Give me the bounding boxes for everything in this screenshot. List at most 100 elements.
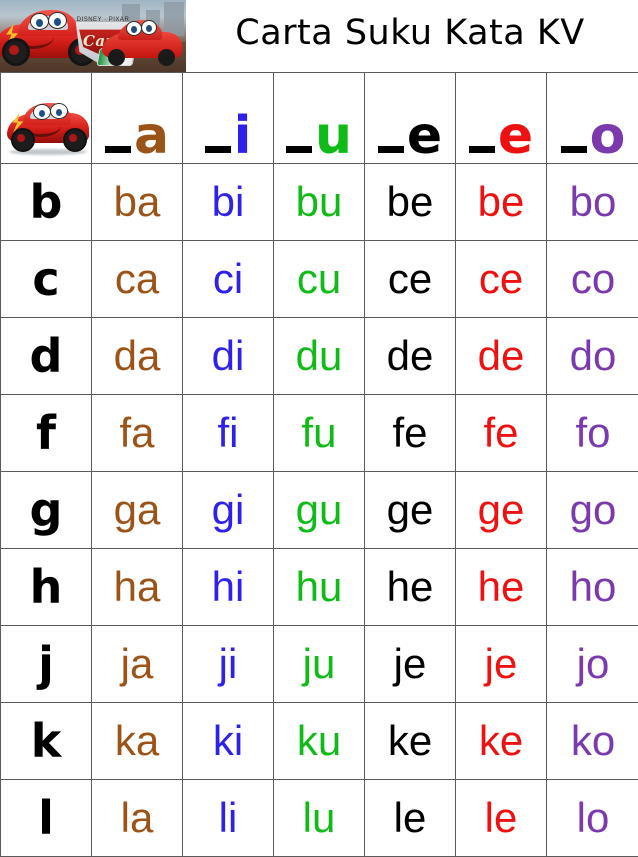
syllable-cell[interactable]: ku xyxy=(274,703,365,780)
consonant-cell[interactable]: f xyxy=(1,395,92,472)
syllable-text: la xyxy=(121,794,154,841)
syllable-cell[interactable]: de xyxy=(365,318,456,395)
vowel-letter: e xyxy=(498,116,533,157)
syllable-text: je xyxy=(394,640,427,687)
syllable-cell[interactable]: ce xyxy=(456,241,547,318)
syllable-cell[interactable]: be xyxy=(365,164,456,241)
consonant-cell[interactable]: c xyxy=(1,241,92,318)
syllable-cell[interactable]: le xyxy=(365,780,456,857)
cars-banner-image: DISNEY · PIXAR Cars xyxy=(0,0,186,72)
syllable-text: jo xyxy=(577,640,610,687)
syllable-cell[interactable]: fe xyxy=(456,395,547,472)
syllable-cell[interactable]: fi xyxy=(183,395,274,472)
consonant-cell[interactable]: k xyxy=(1,703,92,780)
table-row: ddadidudededo xyxy=(1,318,638,395)
syllable-cell[interactable]: ko xyxy=(547,703,638,780)
syllable-cell[interactable]: ho xyxy=(547,549,638,626)
lightning-mcqueen-car-icon xyxy=(5,83,91,155)
consonant-cell[interactable]: j xyxy=(1,626,92,703)
table-row: llalilulelelo xyxy=(1,780,638,857)
syllable-cell[interactable]: ke xyxy=(365,703,456,780)
syllable-cell[interactable]: ka xyxy=(92,703,183,780)
vowel-header-cell-1[interactable]: i xyxy=(183,73,274,164)
syllable-text: do xyxy=(570,332,617,379)
syllable-cell[interactable]: da xyxy=(92,318,183,395)
syllable-text: fo xyxy=(575,409,610,456)
vowel-header-cell-4[interactable]: e xyxy=(456,73,547,164)
syllable-text: ce xyxy=(479,255,523,302)
syllable-cell[interactable]: jo xyxy=(547,626,638,703)
syllable-cell[interactable]: ci xyxy=(183,241,274,318)
vowel-header-cell-0[interactable]: a xyxy=(92,73,183,164)
consonant-cell[interactable]: g xyxy=(1,472,92,549)
syllable-cell[interactable]: hu xyxy=(274,549,365,626)
syllable-cell[interactable]: la xyxy=(92,780,183,857)
syllable-text: ca xyxy=(115,255,159,302)
syllable-cell[interactable]: lu xyxy=(274,780,365,857)
syllable-cell[interactable]: fa xyxy=(92,395,183,472)
syllable-cell[interactable]: do xyxy=(547,318,638,395)
consonant-cell[interactable]: d xyxy=(1,318,92,395)
syllable-cell[interactable]: le xyxy=(456,780,547,857)
syllable-cell[interactable]: be xyxy=(456,164,547,241)
syllable-cell[interactable]: bo xyxy=(547,164,638,241)
syllable-cell[interactable]: fu xyxy=(274,395,365,472)
vowel-header-cell-2[interactable]: u xyxy=(274,73,365,164)
syllable-cell[interactable]: bu xyxy=(274,164,365,241)
consonant-cell[interactable]: b xyxy=(1,164,92,241)
syllable-cell[interactable]: ga xyxy=(92,472,183,549)
syllable-text: di xyxy=(212,332,245,379)
syllable-cell[interactable]: du xyxy=(274,318,365,395)
consonant-letter: h xyxy=(30,560,63,614)
vowel-header-cell-3[interactable]: e xyxy=(365,73,456,164)
syllable-text: fe xyxy=(483,409,518,456)
syllable-cell[interactable]: ca xyxy=(92,241,183,318)
syllable-cell[interactable]: fo xyxy=(547,395,638,472)
syllable-text: de xyxy=(387,332,434,379)
syllable-cell[interactable]: hi xyxy=(183,549,274,626)
syllable-text: ju xyxy=(303,640,336,687)
syllable-cell[interactable]: ju xyxy=(274,626,365,703)
syllable-cell[interactable]: ce xyxy=(365,241,456,318)
syllable-cell[interactable]: ha xyxy=(92,549,183,626)
syllable-cell[interactable]: fe xyxy=(365,395,456,472)
syllable-cell[interactable]: ji xyxy=(183,626,274,703)
syllable-text: ho xyxy=(570,563,617,610)
syllable-cell[interactable]: ki xyxy=(183,703,274,780)
syllable-text: gi xyxy=(212,486,245,533)
syllable-cell[interactable]: bi xyxy=(183,164,274,241)
syllable-text: ge xyxy=(387,486,434,533)
syllable-cell[interactable]: lo xyxy=(547,780,638,857)
syllable-cell[interactable]: ja xyxy=(92,626,183,703)
syllable-cell[interactable]: ge xyxy=(365,472,456,549)
syllable-text: be xyxy=(387,178,434,225)
syllable-text: lu xyxy=(303,794,336,841)
syllable-text: da xyxy=(114,332,161,379)
syllable-cell[interactable]: he xyxy=(365,549,456,626)
syllable-cell[interactable]: de xyxy=(456,318,547,395)
consonant-cell[interactable]: l xyxy=(1,780,92,857)
consonant-cell[interactable]: h xyxy=(1,549,92,626)
syllable-text: le xyxy=(394,794,427,841)
syllable-text: fi xyxy=(218,409,239,456)
table-row: bbabibubebebo xyxy=(1,164,638,241)
syllable-cell[interactable]: he xyxy=(456,549,547,626)
syllable-cell[interactable]: ge xyxy=(456,472,547,549)
syllable-text: de xyxy=(478,332,525,379)
syllable-cell[interactable]: je xyxy=(365,626,456,703)
syllable-cell[interactable]: go xyxy=(547,472,638,549)
syllable-cell[interactable]: je xyxy=(456,626,547,703)
table-row: jjajijujejejo xyxy=(1,626,638,703)
syllable-cell[interactable]: ke xyxy=(456,703,547,780)
syllable-cell[interactable]: cu xyxy=(274,241,365,318)
vowel-letter: u xyxy=(315,116,352,157)
syllable-cell[interactable]: co xyxy=(547,241,638,318)
vowel-header-cell-5[interactable]: o xyxy=(547,73,638,164)
syllable-cell[interactable]: di xyxy=(183,318,274,395)
syllable-cell[interactable]: gu xyxy=(274,472,365,549)
consonant-letter: l xyxy=(38,791,54,845)
syllable-cell[interactable]: ba xyxy=(92,164,183,241)
syllable-cell[interactable]: gi xyxy=(183,472,274,549)
syllable-text: bu xyxy=(296,178,343,225)
syllable-cell[interactable]: li xyxy=(183,780,274,857)
